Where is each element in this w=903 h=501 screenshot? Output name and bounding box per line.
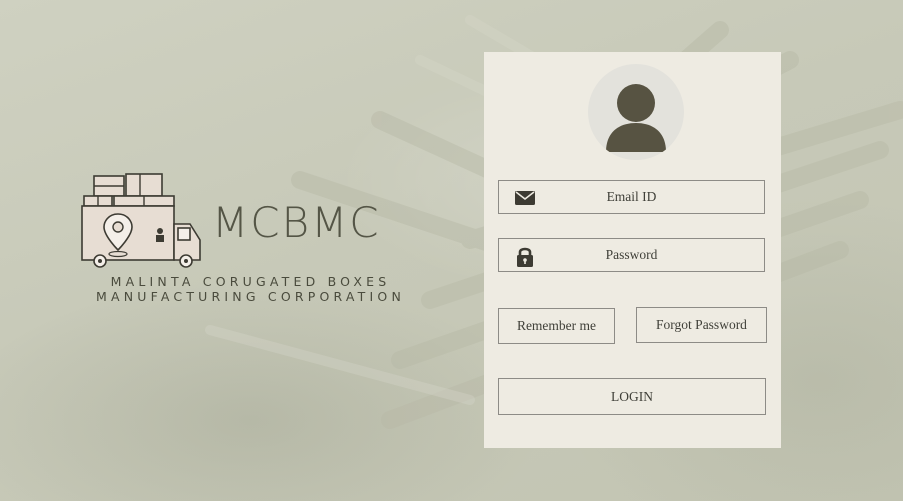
email-field-label: Email ID [606,189,657,204]
password-field-label: Password [605,247,658,262]
avatar [588,64,684,160]
brand-subtitle-line2: MANUFACTURING CORPORATION [95,289,405,304]
login-panel: Email ID Password Remember me Forgot Pas… [484,52,781,448]
user-icon [606,84,666,152]
password-field[interactable]: Password [498,238,765,272]
logo-truck-icon [81,173,201,268]
brand-subtitle: MALINTA CORUGATED BOXES MANUFACTURING CO… [78,274,423,304]
email-field[interactable]: Email ID [498,180,765,214]
remember-me-button[interactable]: Remember me [498,308,615,344]
brand-name: MCBMC [212,198,381,247]
forgot-password-button[interactable]: Forgot Password [636,307,767,343]
brand-subtitle-line1: MALINTA CORUGATED BOXES [110,274,391,289]
login-button[interactable]: LOGIN [498,378,766,415]
brand-block: MCBMC MALINTA CORUGATED BOXES MANUFACTUR… [78,168,423,318]
